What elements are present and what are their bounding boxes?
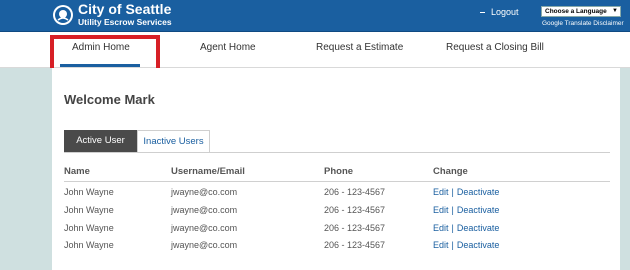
table-row: John Wayne jwayne@co.com 206 - 123-4567 … [0, 187, 630, 204]
nav-request-closing-bill[interactable]: Request a Closing Bill [446, 42, 544, 54]
table-row: John Wayne jwayne@co.com 206 - 123-4567 … [0, 240, 630, 257]
brand-subtitle: Utility Escrow Services [78, 17, 172, 27]
user-phone: 206 - 123-4567 [324, 187, 386, 197]
translate-disclaimer-link[interactable]: Google Translate Disclaimer [542, 20, 624, 28]
user-phone: 206 - 123-4567 [324, 240, 386, 250]
deactivate-link[interactable]: Deactivate [457, 187, 500, 198]
table-header-divider [64, 181, 610, 182]
edit-link[interactable]: Edit [433, 205, 449, 216]
tab-active-user[interactable]: Active User [64, 130, 137, 152]
table-row: John Wayne jwayne@co.com 206 - 123-4567 … [0, 223, 630, 240]
top-header-bar: City of Seattle Utility Escrow Services … [0, 0, 630, 32]
edit-link[interactable]: Edit [433, 223, 449, 234]
nav-request-estimate[interactable]: Request a Estimate [316, 42, 403, 54]
tab-inactive-users[interactable]: Inactive Users [137, 130, 210, 152]
user-email: jwayne@co.com [171, 205, 238, 215]
user-name: John Wayne [64, 223, 114, 233]
deactivate-link[interactable]: Deactivate [457, 205, 500, 216]
user-email: jwayne@co.com [171, 223, 238, 233]
column-header-change: Change [433, 166, 468, 177]
language-select-value: Choose a Language [545, 8, 607, 15]
user-name: John Wayne [64, 187, 114, 197]
tab-divider [64, 152, 610, 153]
logout-dash-icon [480, 12, 485, 13]
row-actions: Edit | Deactivate [433, 240, 499, 251]
table-row: John Wayne jwayne@co.com 206 - 123-4567 … [0, 205, 630, 222]
edit-link[interactable]: Edit [433, 187, 449, 198]
edit-link[interactable]: Edit [433, 240, 449, 251]
user-email: jwayne@co.com [171, 187, 238, 197]
action-separator: | [451, 223, 454, 233]
action-separator: | [451, 205, 454, 215]
column-header-phone: Phone [324, 166, 354, 177]
user-phone: 206 - 123-4567 [324, 205, 386, 215]
user-name: John Wayne [64, 205, 114, 215]
user-name: John Wayne [64, 240, 114, 250]
language-select[interactable]: Choose a Language ▼ [541, 6, 621, 17]
deactivate-link[interactable]: Deactivate [457, 223, 500, 234]
brand-title[interactable]: City of Seattle [78, 2, 171, 17]
action-separator: | [451, 240, 454, 250]
row-actions: Edit | Deactivate [433, 187, 499, 198]
column-header-email: Username/Email [171, 166, 245, 177]
chevron-down-icon: ▼ [612, 8, 618, 14]
page-title: Welcome Mark [64, 92, 155, 107]
column-header-name: Name [64, 166, 90, 177]
city-seal-icon[interactable] [52, 4, 74, 26]
row-actions: Edit | Deactivate [433, 205, 499, 216]
action-separator: | [451, 187, 454, 197]
deactivate-link[interactable]: Deactivate [457, 240, 500, 251]
user-email: jwayne@co.com [171, 240, 238, 250]
logout-link[interactable]: Logout [480, 7, 519, 18]
user-phone: 206 - 123-4567 [324, 223, 386, 233]
row-actions: Edit | Deactivate [433, 223, 499, 234]
nav-agent-home[interactable]: Agent Home [200, 42, 256, 54]
logout-label: Logout [491, 7, 519, 17]
